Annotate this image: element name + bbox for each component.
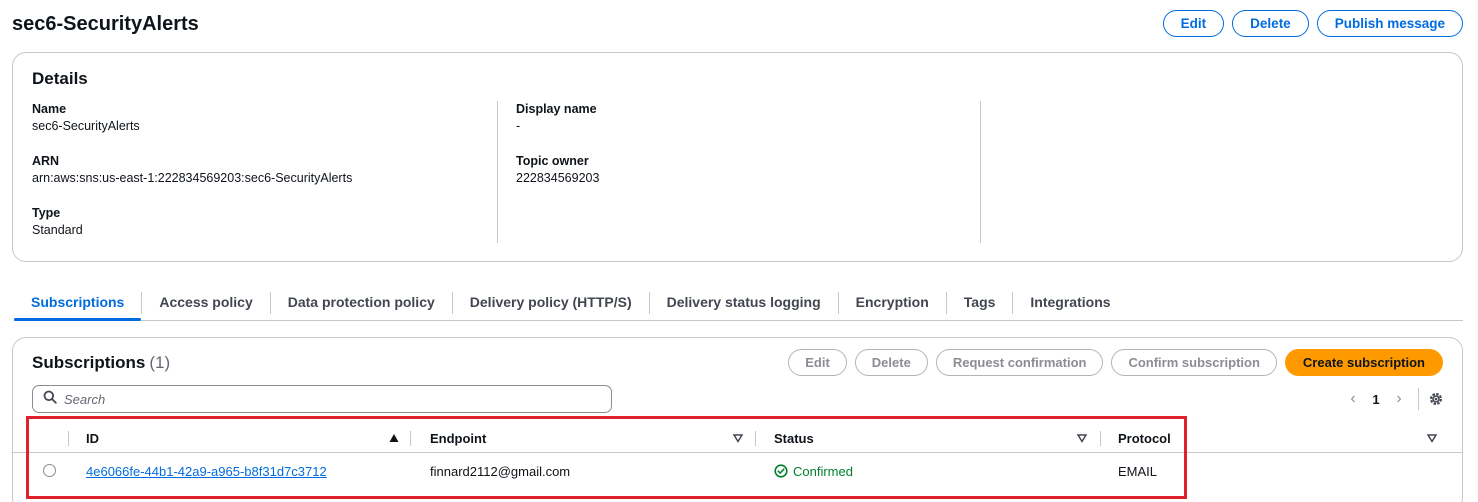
details-title: Details xyxy=(32,69,88,88)
status-text: Confirmed xyxy=(793,463,853,479)
sort-icon[interactable] xyxy=(733,433,743,443)
column-divider xyxy=(410,431,411,446)
endpoint-cell: finnard2112@gmail.com xyxy=(430,463,571,479)
request-confirmation-button[interactable]: Request confirmation xyxy=(935,349,1104,376)
type-value: Standard xyxy=(32,223,83,237)
search-field[interactable] xyxy=(32,385,612,413)
table-header: ID Endpoint Status Protocol xyxy=(13,423,1463,453)
tab-delivery-status-logging[interactable]: Delivery status logging xyxy=(650,285,838,319)
subscription-id-link[interactable]: 4e6066fe-44b1-42a9-a965-b8f31d7c3712 xyxy=(86,464,327,479)
tab-integrations[interactable]: Integrations xyxy=(1013,285,1127,319)
arn-field: ARN arn:aws:sns:us-east-1:222834569203:s… xyxy=(32,153,352,187)
name-field: Name sec6-SecurityAlerts xyxy=(32,101,352,135)
table-row: 4e6066fe-44b1-42a9-a965-b8f31d7c3712 fin… xyxy=(13,454,1463,488)
tab-data-protection-policy[interactable]: Data protection policy xyxy=(271,285,452,319)
topic-owner-field: Topic owner 222834569203 xyxy=(516,153,599,187)
search-icon xyxy=(43,390,57,409)
subscription-id-cell: 4e6066fe-44b1-42a9-a965-b8f31d7c3712 xyxy=(86,454,327,488)
topic-tabs: Subscriptions Access policy Data protect… xyxy=(14,285,1463,321)
details-panel: Details Name sec6-SecurityAlerts ARN arn… xyxy=(12,52,1463,262)
delete-topic-button[interactable]: Delete xyxy=(1232,10,1309,37)
column-divider xyxy=(1100,431,1101,446)
publish-message-button[interactable]: Publish message xyxy=(1316,10,1463,37)
header-actions: Edit Delete Publish message xyxy=(1162,10,1463,37)
page-title: sec6-SecurityAlerts xyxy=(12,13,199,35)
subscription-actions: Edit Delete Request confirmation Confirm… xyxy=(788,349,1443,376)
tab-tags[interactable]: Tags xyxy=(947,285,1013,319)
current-page[interactable]: 1 xyxy=(1366,392,1386,407)
column-header-id[interactable]: ID xyxy=(86,423,99,453)
sort-ascending-icon[interactable] xyxy=(389,433,399,443)
column-header-status[interactable]: Status xyxy=(774,423,814,453)
edit-topic-button[interactable]: Edit xyxy=(1162,10,1225,37)
status-cell: Confirmed xyxy=(774,454,853,488)
type-field: Type Standard xyxy=(32,205,352,239)
pagination: ‹ 1 › xyxy=(1340,388,1445,410)
details-divider-2 xyxy=(980,101,981,243)
details-divider-1 xyxy=(497,101,498,243)
confirm-subscription-button[interactable]: Confirm subscription xyxy=(1111,349,1277,376)
protocol-cell: EMAIL xyxy=(1118,463,1158,479)
tab-access-policy[interactable]: Access policy xyxy=(142,285,269,319)
status-badge: Confirmed xyxy=(774,464,853,479)
details-column-2: Display name - Topic owner 222834569203 xyxy=(516,101,599,205)
details-column-1: Name sec6-SecurityAlerts ARN arn:aws:sns… xyxy=(32,101,352,257)
display-name-label: Display name xyxy=(516,102,597,116)
gear-icon[interactable] xyxy=(1427,390,1445,408)
topic-owner-value: 222834569203 xyxy=(516,171,600,185)
column-header-endpoint[interactable]: Endpoint xyxy=(430,423,486,453)
edit-subscription-button[interactable]: Edit xyxy=(788,349,847,376)
sort-icon[interactable] xyxy=(1077,433,1087,443)
subscriptions-panel: Subscriptions (1) Edit Delete Request con… xyxy=(12,337,1463,502)
subscriptions-title-text: Subscriptions xyxy=(32,353,146,372)
type-label: Type xyxy=(32,206,61,220)
column-divider xyxy=(68,431,69,446)
row-select-radio[interactable] xyxy=(43,464,56,477)
tab-delivery-policy[interactable]: Delivery policy (HTTP/S) xyxy=(453,285,649,319)
sort-icon[interactable] xyxy=(1427,433,1437,443)
arn-value: arn:aws:sns:us-east-1:222834569203:sec6-… xyxy=(32,171,353,185)
name-label: Name xyxy=(32,102,67,116)
next-page-icon[interactable]: › xyxy=(1386,390,1412,408)
display-name-value: - xyxy=(516,119,521,133)
previous-page-icon[interactable]: ‹ xyxy=(1340,390,1366,408)
arn-label: ARN xyxy=(32,154,60,168)
name-value: sec6-SecurityAlerts xyxy=(32,119,140,133)
delete-subscription-button[interactable]: Delete xyxy=(854,349,928,376)
search-input[interactable] xyxy=(64,391,584,407)
tab-subscriptions[interactable]: Subscriptions xyxy=(14,285,142,321)
topic-owner-label: Topic owner xyxy=(516,154,589,168)
column-divider xyxy=(755,431,756,446)
tab-encryption[interactable]: Encryption xyxy=(839,285,946,319)
display-name-field: Display name - xyxy=(516,101,599,135)
check-circle-icon xyxy=(774,464,788,478)
subscriptions-count: (1) xyxy=(149,353,171,372)
pagination-divider xyxy=(1418,388,1419,410)
create-subscription-button[interactable]: Create subscription xyxy=(1284,349,1443,376)
column-header-protocol[interactable]: Protocol xyxy=(1118,423,1171,453)
subscriptions-title: Subscriptions (1) xyxy=(32,353,170,373)
